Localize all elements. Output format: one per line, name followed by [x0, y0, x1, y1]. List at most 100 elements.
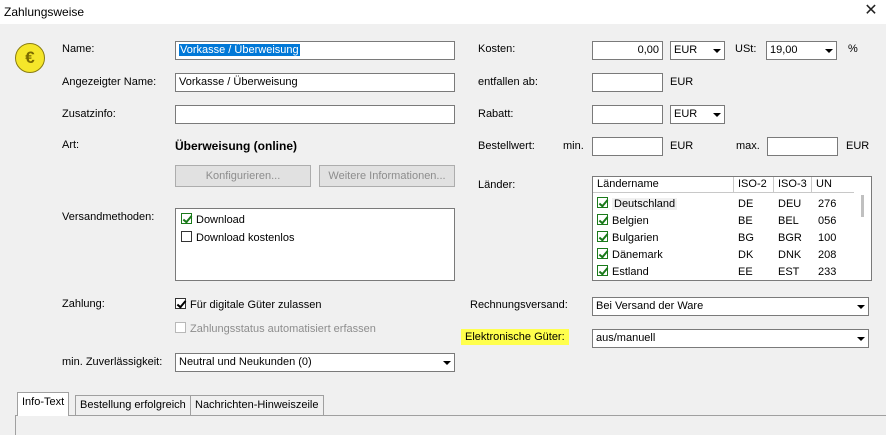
scrollbar-thumb[interactable] — [861, 195, 864, 217]
order-max-currency: EUR — [846, 140, 870, 152]
checkbox-checked-icon[interactable] — [597, 197, 608, 208]
column-header[interactable]: ISO-2 — [734, 177, 774, 193]
iso3-cell: BEL — [778, 215, 799, 227]
countries-label: Länder: — [478, 179, 516, 191]
chevron-down-icon[interactable] — [708, 42, 724, 59]
order-max-label: max. — [736, 140, 760, 152]
shipping-method-label: Download — [196, 214, 245, 226]
invoice-label: Rechnungsversand: — [470, 299, 568, 311]
chevron-down-icon[interactable] — [852, 330, 868, 347]
cost-input[interactable]: 0,00 — [592, 41, 663, 60]
iso2-cell: DK — [738, 249, 754, 261]
checkbox-checked-icon[interactable] — [181, 213, 192, 224]
checkbox-checked-icon[interactable] — [597, 248, 608, 259]
list-item[interactable]: Download kostenlos — [181, 231, 294, 244]
waived-input[interactable] — [592, 73, 663, 92]
list-item[interactable]: Download — [181, 213, 245, 226]
title-bar: Zahlungsweise ✕ — [0, 0, 886, 24]
checkbox-checked-icon[interactable] — [597, 214, 608, 225]
extra-info-label: Zusatzinfo: — [62, 108, 116, 120]
country-name-cell: Bulgarien — [597, 230, 658, 247]
waived-currency: EUR — [670, 76, 694, 88]
column-header[interactable]: Ländername — [593, 177, 734, 193]
tab-panel — [15, 415, 886, 435]
vat-select[interactable]: 19,00 — [766, 41, 837, 60]
euro-icon: € — [15, 43, 45, 73]
chevron-down-icon[interactable] — [820, 42, 836, 59]
tab-info-text[interactable]: Info-Text — [17, 392, 70, 416]
name-label: Name: — [62, 43, 95, 55]
name-input[interactable]: Vorkasse / Überweisung — [175, 41, 455, 60]
checkbox-unchecked-icon[interactable] — [181, 231, 192, 242]
shipping-label: Versandmethoden: — [62, 211, 155, 223]
name-value: Vorkasse / Überweisung — [179, 44, 300, 56]
iso2-cell: BE — [738, 215, 753, 227]
iso3-cell: DEU — [778, 198, 802, 210]
invoice-value: Bei Versand der Ware — [596, 300, 704, 312]
column-header[interactable]: UN — [812, 177, 855, 193]
iso3-cell: EST — [778, 266, 800, 278]
close-icon[interactable]: ✕ — [856, 0, 886, 24]
order-max-input[interactable] — [767, 137, 838, 156]
more-info-button[interactable]: Weitere Informationen... — [319, 165, 455, 187]
checkbox-disabled-icon — [175, 322, 186, 333]
electronic-goods-select[interactable]: aus/manuell — [592, 329, 869, 348]
table-row[interactable]: Belgien BE BEL 056 — [593, 213, 855, 230]
display-name-label: Angezeigter Name: — [62, 76, 157, 88]
waived-label: entfallen ab: — [478, 76, 538, 88]
un-cell: 208 — [818, 249, 837, 261]
cost-currency-select[interactable]: EUR — [670, 41, 725, 60]
table-row[interactable]: Dänemark DK DNK 208 — [593, 247, 855, 264]
reliability-select[interactable]: Neutral und Neukunden (0) — [175, 353, 455, 372]
tab-order-success[interactable]: Bestellung erfolgreich — [75, 395, 191, 415]
chevron-down-icon[interactable] — [852, 298, 868, 315]
configure-button[interactable]: Konfigurieren... — [175, 165, 311, 187]
extra-info-input[interactable] — [175, 105, 455, 124]
chevron-down-icon[interactable] — [438, 354, 454, 371]
chevron-down-icon[interactable] — [708, 106, 724, 123]
auto-status-checkbox[interactable]: Zahlungsstatus automatisiert erfassen — [175, 322, 376, 335]
table-row[interactable]: Bulgarien BG BGR 100 — [593, 230, 855, 247]
vat-value: 19,00 — [770, 44, 798, 56]
invoice-select[interactable]: Bei Versand der Ware — [592, 297, 869, 316]
country-name-cell: Estland — [597, 264, 649, 280]
iso3-cell: DNK — [778, 249, 802, 261]
un-cell: 056 — [818, 215, 837, 227]
digital-goods-label: Für digitale Güter zulassen — [190, 299, 322, 311]
shipping-method-label: Download kostenlos — [196, 232, 295, 244]
column-header[interactable]: ISO-3 — [774, 177, 812, 193]
more-info-button-label: Weitere Informationen... — [328, 170, 446, 182]
country-name-cell: Dänemark — [597, 247, 663, 264]
table-row[interactable]: Deutschland DE DEU 276 — [593, 196, 855, 213]
cost-currency-value: EUR — [674, 44, 698, 56]
vat-unit: % — [848, 43, 858, 55]
country-name-cell: Belgien — [597, 213, 649, 230]
iso3-cell: BGR — [778, 232, 802, 244]
iso2-cell: EE — [738, 266, 753, 278]
discount-currency-select[interactable]: EUR — [670, 105, 725, 124]
checkbox-checked-icon[interactable] — [175, 298, 186, 309]
discount-label: Rabatt: — [478, 108, 514, 120]
reliability-value: Neutral und Neukunden (0) — [179, 356, 312, 368]
vat-label: USt: — [735, 43, 757, 55]
countries-list[interactable]: Ländername ISO-2 ISO-3 UN Deutschland DE… — [592, 176, 872, 281]
order-value-label: Bestellwert: — [478, 140, 535, 152]
checkbox-checked-icon[interactable] — [597, 231, 608, 242]
electronic-goods-label: Elektronische Güter: — [461, 329, 569, 345]
country-name-cell: Deutschland — [597, 196, 678, 213]
payment-label: Zahlung: — [62, 298, 105, 310]
digital-goods-checkbox[interactable]: Für digitale Güter zulassen — [175, 298, 321, 311]
cost-label: Kosten: — [478, 43, 516, 55]
order-min-label: min. — [563, 140, 584, 152]
checkbox-checked-icon[interactable] — [597, 265, 608, 276]
table-row[interactable]: Estland EE EST 233 — [593, 264, 855, 280]
display-name-input[interactable]: Vorkasse / Überweisung — [175, 73, 455, 92]
iso2-cell: DE — [738, 198, 754, 210]
reliability-label: min. Zuverlässigkeit: — [62, 356, 163, 368]
order-min-input[interactable] — [592, 137, 663, 156]
shipping-methods-list[interactable]: Download Download kostenlos — [175, 208, 455, 281]
countries-scrollbar[interactable] — [854, 177, 871, 280]
discount-input[interactable] — [592, 105, 663, 124]
un-cell: 233 — [818, 266, 837, 278]
tab-message-notice[interactable]: Nachrichten-Hinweiszeile — [190, 395, 324, 415]
